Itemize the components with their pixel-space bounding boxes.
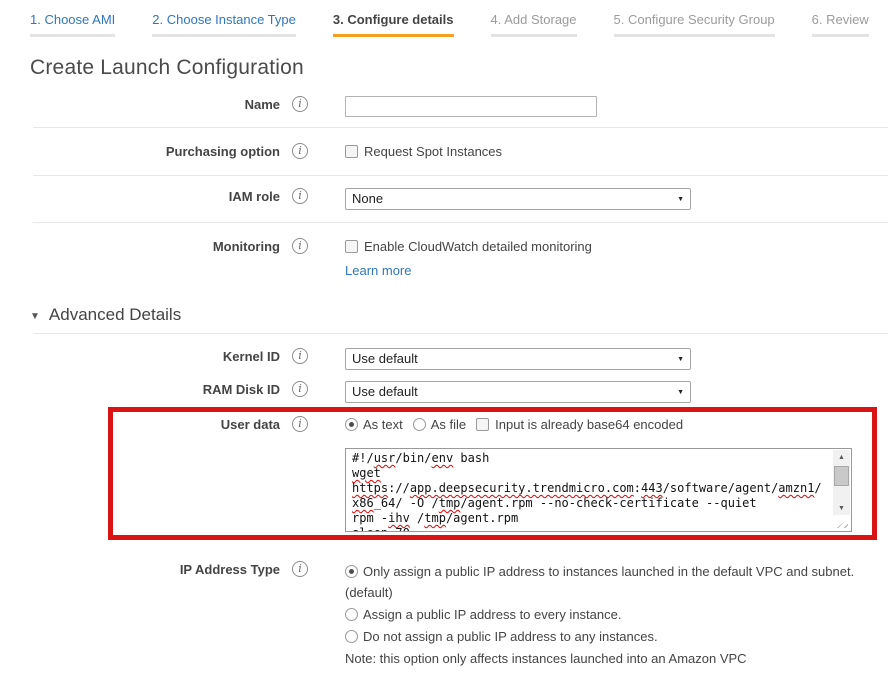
monitoring-row: Monitoring i Enable CloudWatch detailed … [30,223,888,280]
ip-option-every-instance: Assign a public IP address to every inst… [345,604,861,625]
ip-option-none-radio[interactable] [345,630,358,643]
ip-option-none-label: Do not assign a public IP address to any… [363,629,658,644]
ram-disk-id-selected-value: Use default [352,384,418,399]
user-data-label: User data [30,414,280,433]
ip-option-default-radio[interactable] [345,565,358,578]
base64-encoded-checkbox-label: Input is already base64 encoded [495,417,683,432]
info-icon[interactable]: i [292,143,308,159]
info-icon[interactable]: i [292,96,308,112]
tab-underline [152,34,296,37]
iam-role-select[interactable]: None ▼ [345,188,691,210]
purchasing-option-row: Purchasing option i Request Spot Instanc… [30,128,888,175]
enable-cloudwatch-checkbox-label: Enable CloudWatch detailed monitoring [364,239,592,254]
ip-address-type-row: IP Address Type i Only assign a public I… [30,559,888,669]
advanced-details-header[interactable]: ▼ Advanced Details [30,305,888,325]
kernel-id-selected-value: Use default [352,351,418,366]
purchasing-option-label: Purchasing option [30,141,280,160]
tab-configure-security-group[interactable]: 5. Configure Security Group [614,12,785,37]
tab-choose-ami[interactable]: 1. Choose AMI [30,12,125,37]
as-text-radio-label: As text [363,417,403,432]
as-file-radio[interactable] [413,418,426,431]
as-text-radio[interactable] [345,418,358,431]
advanced-details-title: Advanced Details [49,305,181,324]
ram-disk-id-label: RAM Disk ID [30,379,280,398]
tab-configure-details[interactable]: 3. Configure details [333,12,464,37]
as-file-radio-label: As file [431,417,466,432]
create-launch-configuration-page: 1. Choose AMI 2. Choose Instance Type 3.… [0,0,888,673]
scroll-up-icon[interactable]: ▲ [833,450,850,465]
info-icon[interactable]: i [292,238,308,254]
tab-add-storage[interactable]: 4. Add Storage [491,12,587,37]
name-input[interactable] [345,96,597,117]
info-icon[interactable]: i [292,416,308,432]
ip-address-note: Note: this option only affects instances… [345,648,861,669]
name-row: Name i [30,92,888,127]
kernel-id-row: Kernel ID i Use default ▼ [30,334,888,370]
ip-option-none: Do not assign a public IP address to any… [345,626,861,647]
resize-grip-icon[interactable] [833,515,850,530]
user-data-row: User data i As text As file Input is alrea… [30,414,888,540]
info-icon[interactable]: i [292,381,308,397]
tab-label: 6. Review [812,12,869,27]
info-icon[interactable]: i [292,348,308,364]
monitoring-label: Monitoring [30,236,280,255]
ram-disk-id-select[interactable]: Use default ▼ [345,381,691,403]
iam-role-selected-value: None [352,191,383,206]
disclosure-triangle-icon: ▼ [30,311,40,322]
tab-label: 4. Add Storage [491,12,577,27]
textarea-scrollbar[interactable]: ▲ ▼ [833,450,850,516]
tab-label: 2. Choose Instance Type [152,12,296,27]
tab-label: 3. Configure details [333,12,454,27]
ram-disk-id-row: RAM Disk ID i Use default ▼ [30,370,888,403]
ip-option-every-instance-radio[interactable] [345,608,358,621]
wizard-tabs: 1. Choose AMI 2. Choose Instance Type 3.… [30,12,888,37]
iam-role-label: IAM role [30,186,280,205]
name-label: Name [30,94,280,113]
tab-underline-active [333,34,454,37]
tab-underline [614,34,775,37]
tab-label: 1. Choose AMI [30,12,115,27]
user-data-textarea[interactable]: #!/usr/bin/env bash wget https://app.dee… [345,448,852,532]
info-icon[interactable]: i [292,561,308,577]
dropdown-arrow-icon: ▼ [677,356,684,364]
dropdown-arrow-icon: ▼ [677,196,684,204]
tab-choose-instance-type[interactable]: 2. Choose Instance Type [152,12,306,37]
kernel-id-select[interactable]: Use default ▼ [345,348,691,370]
scrollbar-thumb[interactable] [834,466,849,486]
ip-address-type-label: IP Address Type [30,559,280,578]
page-title: Create Launch Configuration [30,56,888,80]
ip-option-default-label: Only assign a public IP address to insta… [345,564,854,600]
learn-more-link[interactable]: Learn more [345,263,411,278]
tab-underline [30,34,115,37]
kernel-id-label: Kernel ID [30,346,280,365]
enable-cloudwatch-checkbox[interactable] [345,240,358,253]
info-icon[interactable]: i [292,188,308,204]
tab-underline [812,34,869,37]
dropdown-arrow-icon: ▼ [677,389,684,397]
user-data-textarea-content: #!/usr/bin/env bash wget https://app.dee… [346,449,851,532]
ip-option-default: Only assign a public IP address to insta… [345,561,861,603]
base64-encoded-checkbox[interactable] [476,418,489,431]
tab-underline [491,34,577,37]
scroll-down-icon[interactable]: ▼ [833,501,850,516]
ip-option-every-instance-label: Assign a public IP address to every inst… [363,607,621,622]
tab-review[interactable]: 6. Review [812,12,879,37]
request-spot-instances-checkbox-label: Request Spot Instances [364,144,502,159]
tab-label: 5. Configure Security Group [614,12,775,27]
iam-role-row: IAM role i None ▼ [30,176,888,222]
request-spot-instances-checkbox[interactable] [345,145,358,158]
